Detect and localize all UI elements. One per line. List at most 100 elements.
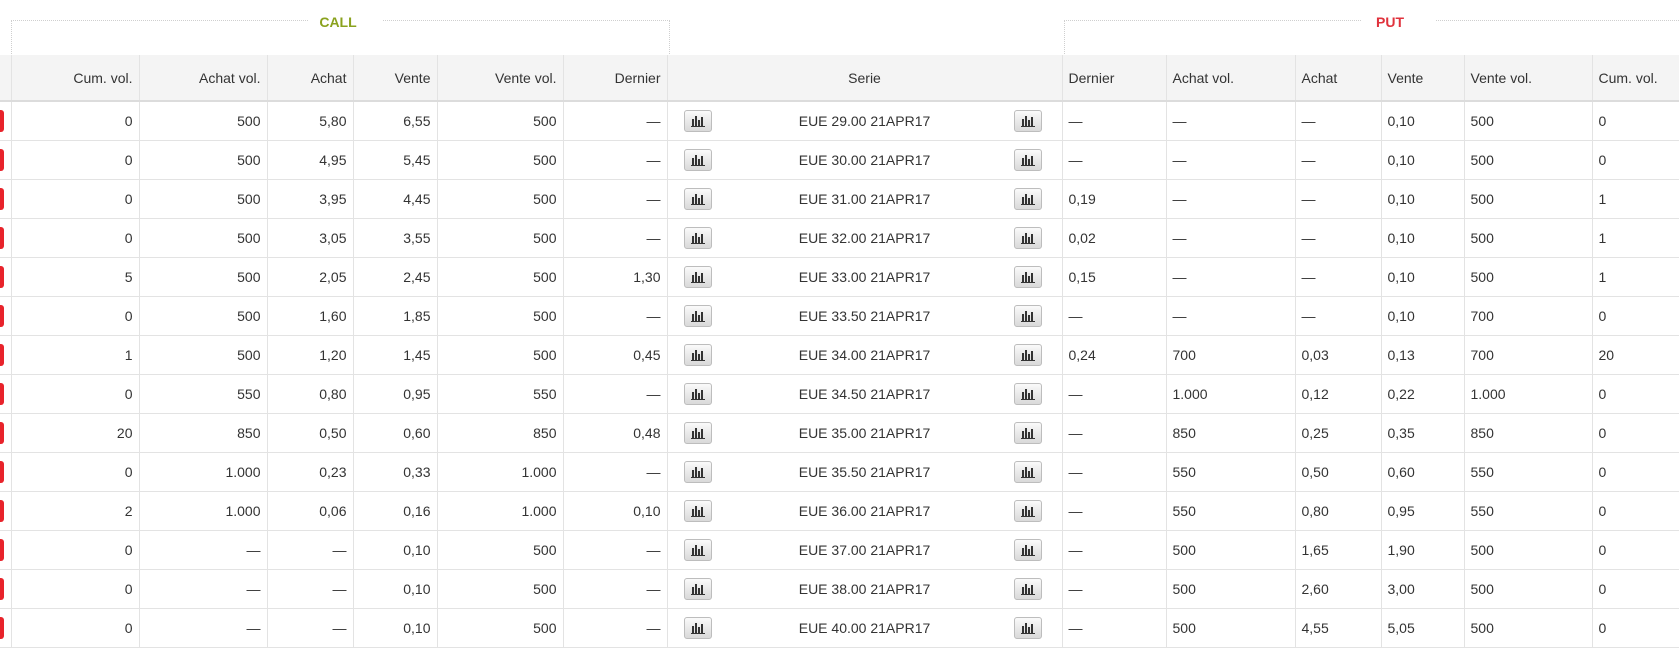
serie-label[interactable]: EUE 32.00 21APR17 — [799, 230, 931, 246]
table-row[interactable]: 0— —0,10 500— EUE 40.00 21APR17 —500 4,55 5,… — [0, 608, 1679, 648]
header-put-achat-vol[interactable]: Achat vol. — [1165, 55, 1295, 102]
table-row[interactable]: 0 500 3,95 4,45 500— EUE 31.00 21APR17 0,19—… — [0, 179, 1679, 219]
call-chart-button[interactable] — [683, 578, 712, 600]
call-vente-vol-cell: 500 — [436, 569, 563, 609]
table-row[interactable]: 0 500 4,95 5,45 500— EUE 30.00 21APR17 — — —0,… — [0, 140, 1679, 180]
table-row[interactable]: 0 500 1,60 1,85 500— EUE 33.50 21APR17 — — —0,… — [0, 296, 1679, 336]
put-chart-button[interactable] — [1013, 500, 1042, 522]
header-call-vente[interactable]: Vente — [352, 55, 437, 102]
put-chart-button[interactable] — [1013, 617, 1042, 639]
call-chart-button[interactable] — [683, 383, 712, 405]
table-row[interactable]: 20 850 0,50 0,60 850 0,48 EUE 35.00 21APR17 —… — [0, 413, 1679, 453]
call-cum-vol-cell: 0 — [10, 140, 139, 180]
call-chart-button[interactable] — [683, 422, 712, 444]
serie-label[interactable]: EUE 33.00 21APR17 — [799, 269, 931, 285]
serie-cell: EUE 35.00 21APR17 — [666, 413, 1062, 453]
call-chart-button[interactable] — [683, 110, 712, 132]
serie-cell: EUE 37.00 21APR17 — [666, 530, 1062, 570]
put-dernier-cell: — — [1061, 413, 1166, 453]
serie-label[interactable]: EUE 35.00 21APR17 — [799, 425, 931, 441]
table-row[interactable]: 0 500 3,05 3,55 500— EUE 32.00 21APR17 0,02—… — [0, 218, 1679, 258]
call-dernier-cell: — — [562, 101, 667, 141]
put-vente-vol-cell: 1.000 — [1463, 374, 1592, 414]
table-row[interactable]: 5 500 2,05 2,45 500 1,30 EUE 33.00 21APR17 0,… — [0, 257, 1679, 297]
serie-label[interactable]: EUE 31.00 21APR17 — [799, 191, 931, 207]
call-chart-button[interactable] — [683, 266, 712, 288]
call-chart-button[interactable] — [683, 149, 712, 171]
put-cum-vol-cell: 0 — [1591, 296, 1679, 336]
call-cum-vol-cell: 0 — [10, 218, 139, 258]
row-marker-flag — [0, 344, 4, 366]
call-cum-vol-cell: 0 — [10, 101, 139, 141]
header-call-vente-vol[interactable]: Vente vol. — [436, 55, 563, 102]
serie-label[interactable]: EUE 38.00 21APR17 — [799, 581, 931, 597]
call-chart-button[interactable] — [683, 344, 712, 366]
serie-label[interactable]: EUE 35.50 21APR17 — [799, 464, 931, 480]
call-chart-button[interactable] — [683, 617, 712, 639]
serie-label[interactable]: EUE 29.00 21APR17 — [799, 113, 931, 129]
put-chart-button[interactable] — [1013, 422, 1042, 444]
put-achat-cell: 2,60 — [1294, 569, 1381, 609]
row-marker-flag — [0, 149, 4, 171]
call-vente-cell: 0,10 — [352, 530, 437, 570]
row-marker — [0, 530, 11, 570]
table-row[interactable]: 0 500 5,80 6,55 500— EUE 29.00 21APR17 — — —0,… — [0, 101, 1679, 141]
call-vente-vol-cell: 500 — [436, 530, 563, 570]
call-chart-button[interactable] — [683, 305, 712, 327]
put-chart-button[interactable] — [1013, 305, 1042, 327]
header-put-vente[interactable]: Vente — [1380, 55, 1464, 102]
put-chart-button[interactable] — [1013, 188, 1042, 210]
header-serie[interactable]: Serie — [666, 55, 1062, 102]
put-vente-cell: 0,10 — [1380, 218, 1464, 258]
serie-label[interactable]: EUE 34.00 21APR17 — [799, 347, 931, 363]
header-put-dernier[interactable]: Dernier — [1061, 55, 1166, 102]
put-chart-button[interactable] — [1013, 461, 1042, 483]
serie-label[interactable]: EUE 40.00 21APR17 — [799, 620, 931, 636]
put-chart-button[interactable] — [1013, 344, 1042, 366]
put-chart-button[interactable] — [1013, 149, 1042, 171]
table-row[interactable]: 2 1.000 0,06 0,16 1.000 0,10 EUE 36.00 21APR1… — [0, 491, 1679, 531]
header-put-achat[interactable]: Achat — [1294, 55, 1381, 102]
call-chart-button[interactable] — [683, 461, 712, 483]
call-chart-button[interactable] — [683, 227, 712, 249]
call-achat-cell: 1,60 — [266, 296, 353, 336]
call-chart-button[interactable] — [683, 539, 712, 561]
serie-label[interactable]: EUE 36.00 21APR17 — [799, 503, 931, 519]
call-vente-cell: 0,33 — [352, 452, 437, 492]
put-chart-button[interactable] — [1013, 110, 1042, 132]
header-call-dernier[interactable]: Dernier — [562, 55, 667, 102]
header-call-achat[interactable]: Achat — [266, 55, 353, 102]
serie-label[interactable]: EUE 37.00 21APR17 — [799, 542, 931, 558]
table-row[interactable]: 0 1.000 0,23 0,33 1.000— EUE 35.50 21APR17 —… — [0, 452, 1679, 492]
serie-label[interactable]: EUE 30.00 21APR17 — [799, 152, 931, 168]
header-call-achat-vol[interactable]: Achat vol. — [138, 55, 267, 102]
table-row[interactable]: 1 500 1,20 1,45 500 0,45 EUE 34.00 21APR17 0,… — [0, 335, 1679, 375]
call-chart-button[interactable] — [683, 500, 712, 522]
table-row[interactable]: 0— —0,10 500— EUE 37.00 21APR17 —500 1,65 1,… — [0, 530, 1679, 570]
put-vente-cell: 1,90 — [1380, 530, 1464, 570]
table-row[interactable]: 0— —0,10 500— EUE 38.00 21APR17 —500 2,60 3,… — [0, 569, 1679, 609]
put-vente-cell: 0,10 — [1380, 140, 1464, 180]
call-achat-cell: 2,05 — [266, 257, 353, 297]
put-dernier-cell: 0,24 — [1061, 335, 1166, 375]
call-vente-vol-cell: 500 — [436, 140, 563, 180]
put-chart-button[interactable] — [1013, 578, 1042, 600]
header-put-cum-vol[interactable]: Cum. vol. — [1591, 55, 1679, 102]
put-cum-vol-cell: 1 — [1591, 218, 1679, 258]
put-dernier-cell: 0,15 — [1061, 257, 1166, 297]
put-chart-button[interactable] — [1013, 539, 1042, 561]
put-chart-button[interactable] — [1013, 266, 1042, 288]
serie-label[interactable]: EUE 34.50 21APR17 — [799, 386, 931, 402]
header-call-cum-vol[interactable]: Cum. vol. — [10, 55, 139, 102]
serie-label[interactable]: EUE 33.50 21APR17 — [799, 308, 931, 324]
call-vente-vol-cell: 500 — [436, 608, 563, 648]
call-vente-cell: 0,10 — [352, 569, 437, 609]
serie-cell: EUE 35.50 21APR17 — [666, 452, 1062, 492]
row-marker-flag — [0, 578, 4, 600]
row-marker-flag — [0, 461, 4, 483]
call-chart-button[interactable] — [683, 188, 712, 210]
put-chart-button[interactable] — [1013, 383, 1042, 405]
put-chart-button[interactable] — [1013, 227, 1042, 249]
table-row[interactable]: 0 550 0,80 0,95 550— EUE 34.50 21APR17 —1.00… — [0, 374, 1679, 414]
header-put-vente-vol[interactable]: Vente vol. — [1463, 55, 1592, 102]
